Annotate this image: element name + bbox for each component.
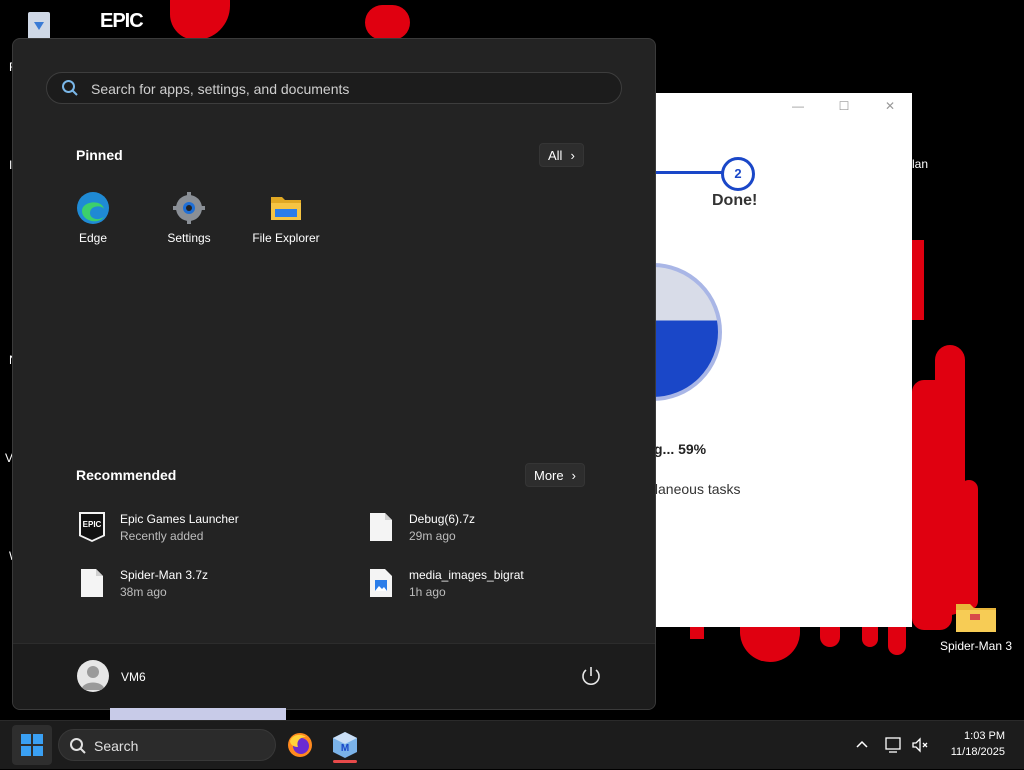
step-indicator: 2 [721,157,755,191]
user-icon [81,666,105,690]
power-icon[interactable] [579,664,603,688]
user-name[interactable]: VM6 [121,670,146,684]
recommended-item-name: Spider-Man 3.7z [120,567,209,582]
epic-games-desktop-icon[interactable]: EPIC [100,10,144,40]
recommended-item-sub: Recently added [120,528,204,543]
user-avatar[interactable] [77,660,109,692]
chevron-right-icon: › [570,147,575,163]
pinned-title: Pinned [76,147,123,163]
recommended-title: Recommended [76,467,177,483]
clock-date: 11/18/2025 [950,746,1005,758]
chevron-right-icon: › [571,467,576,483]
folder-icon [271,197,301,220]
install-progress-text: g... 59% [654,441,707,457]
settings-gear-icon [173,192,205,224]
step-label: Done! [712,192,758,209]
start-search-input[interactable] [89,73,613,105]
epic-logo-text: EPIC [100,10,144,32]
desktop-icon-spiderman-folder[interactable]: Spider-Man 3 [936,598,1016,653]
recommended-item[interactable]: media_images_bigrat 1h ago [367,563,524,603]
install-task-text: ellaneous tasks [644,481,741,497]
all-apps-label: All [548,147,563,163]
start-search-box[interactable] [46,72,622,105]
pinned-app-file-explorer[interactable]: File Explorer [241,191,331,245]
svg-text:EPIC: EPIC [83,520,102,529]
firefox-icon[interactable] [284,729,316,761]
recommended-item-sub: 29m ago [409,528,456,543]
all-apps-button[interactable]: All › [539,143,584,167]
running-indicator [333,760,357,763]
folder-icon [956,604,996,632]
pinned-app-label: Settings [167,231,211,245]
pinned-app-label: File Explorer [252,231,320,245]
recommended-item[interactable]: Spider-Man 3.7z 38m ago [78,563,208,603]
file-icon [367,511,395,543]
more-label: More [534,467,564,483]
pinned-app-edge[interactable]: Edge [48,191,138,245]
volume-muted-icon[interactable] [910,735,930,755]
desktop-partial-label-right: lan [912,157,929,171]
recommended-item-sub: 38m ago [120,584,167,599]
recommended-item[interactable]: Debug(6).7z 29m ago [367,507,475,547]
start-button[interactable] [12,725,52,765]
epic-games-icon: EPIC [78,511,106,543]
maximize-icon[interactable]: ☐ [834,99,854,115]
taskbar-search[interactable]: Search [58,729,276,761]
background-window-fragment [110,708,286,720]
close-icon[interactable]: ✕ [880,99,900,115]
desktop-icon-label: Spider-Man 3 [939,639,1013,653]
network-icon[interactable] [883,735,903,755]
minimize-icon[interactable]: — [788,99,808,115]
image-file-icon [367,567,395,599]
taskbar-clock[interactable]: 1:03 PM 11/18/2025 [951,728,1005,760]
windows-logo-icon [21,734,43,756]
search-icon [70,738,86,754]
recommended-item-name: Epic Games Launcher [120,511,239,526]
recommended-item-sub: 1h ago [409,584,446,599]
pinned-app-settings[interactable]: Settings [144,191,234,245]
installer-app-icon[interactable]: M [329,729,361,763]
search-icon [62,80,78,96]
clock-time: 1:03 PM [964,730,1005,742]
recommended-item-name: Debug(6).7z [409,511,476,526]
taskbar-search-label: Search [94,738,139,754]
start-menu: Pinned All › Edge Settings File Explorer [12,38,656,710]
taskbar: Search M 1:03 PM 11/18/2025 [0,720,1024,769]
recycle-bin-icon[interactable] [22,8,56,40]
edge-icon [77,192,109,224]
recommended-item-name: media_images_bigrat [409,567,524,582]
chevron-up-icon[interactable] [852,735,872,755]
more-button[interactable]: More › [525,463,585,487]
pinned-app-label: Edge [78,231,108,245]
start-menu-footer: VM6 [13,643,655,709]
recommended-item[interactable]: EPIC Epic Games Launcher Recently added [78,507,239,547]
file-icon [78,567,106,599]
svg-text:M: M [341,743,349,754]
